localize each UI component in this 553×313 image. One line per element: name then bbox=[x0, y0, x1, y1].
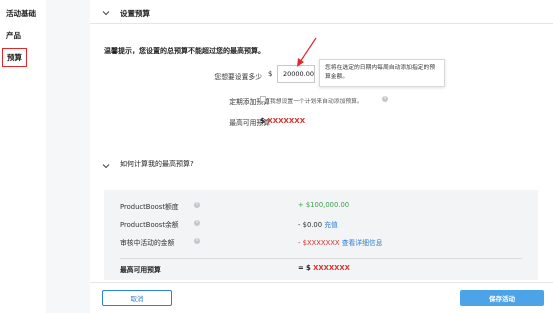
info-icon[interactable]: i bbox=[194, 202, 200, 208]
info-icon[interactable]: i bbox=[194, 220, 200, 226]
footer-bar: 取消 保存活动 bbox=[90, 282, 553, 313]
save-campaign-button[interactable]: 保存活动 bbox=[460, 290, 544, 306]
budget-amount-input[interactable] bbox=[277, 65, 315, 83]
budget-tooltip: 您将在选定的日期内每周自动添加指定的预算金额。 bbox=[319, 59, 445, 87]
calc-total-label: 最高可用预算 bbox=[120, 266, 161, 274]
sidebar-gutter bbox=[46, 0, 90, 313]
calc-row-value: - $0.00 充值 bbox=[298, 219, 338, 229]
max-budget-amount: XXXXXXX bbox=[267, 117, 306, 125]
calc-row-amount: $0.00 bbox=[302, 221, 323, 229]
budget-calculation-panel: ProductBoost额度 i + $100,000.00 ProductBo… bbox=[104, 190, 538, 280]
how-calculated-toggle[interactable]: 如何计算我的最高预算? bbox=[120, 159, 194, 169]
calc-row-value: + $100,000.00 bbox=[298, 201, 349, 209]
calc-row-amount: $100,000.00 bbox=[305, 201, 350, 209]
calc-row-amount: $XXXXXXX bbox=[302, 239, 340, 247]
budget-amount-label: 您想要设置多少 bbox=[214, 73, 262, 81]
sidebar-item-campaign-basics[interactable]: 活动基础 bbox=[6, 8, 36, 19]
calc-total-value: = $ XXXXXXX bbox=[298, 264, 350, 272]
calc-total-prefix: = $ bbox=[298, 264, 314, 272]
info-icon[interactable]: i bbox=[382, 96, 388, 102]
main-panel: 设置预算 温馨提示，您设置的总预算不能超过您的最高预算。 您想要设置多少 $ 您… bbox=[90, 0, 553, 313]
max-budget-value: $ XXXXXXX bbox=[260, 117, 305, 125]
recurring-budget-checkbox[interactable] bbox=[260, 96, 266, 102]
recurring-budget-label: 定期添加预算 bbox=[229, 98, 270, 106]
calc-total-amount: XXXXXXX bbox=[313, 264, 350, 272]
top-up-link[interactable]: 充值 bbox=[324, 221, 338, 229]
chevron-down-icon[interactable] bbox=[102, 9, 110, 17]
recurring-budget-checkbox-label[interactable]: 我想设置一个计划来自动添加预算。 bbox=[270, 96, 363, 105]
chevron-down-icon[interactable] bbox=[102, 162, 110, 170]
info-icon[interactable]: i bbox=[194, 238, 200, 244]
max-budget-label: 最高可用预算 bbox=[229, 119, 270, 127]
view-details-link[interactable]: 查看详细信息 bbox=[342, 239, 383, 247]
sidebar-item-products[interactable]: 产品 bbox=[6, 30, 21, 41]
divider bbox=[120, 258, 522, 259]
calc-row-sign: + bbox=[298, 201, 306, 209]
sidebar: 活动基础 产品 预算 bbox=[0, 0, 44, 313]
max-budget-currency: $ bbox=[260, 117, 265, 125]
calc-row-value: - $XXXXXXX 查看详细信息 bbox=[298, 237, 383, 247]
section-header[interactable]: 设置预算 bbox=[90, 0, 553, 24]
calc-row-label: 审核中活动的金额 bbox=[120, 239, 175, 247]
budget-warning: 温馨提示，您设置的总预算不能超过您的最高预算。 bbox=[104, 47, 265, 55]
calc-row-label: ProductBoost余额 bbox=[120, 221, 179, 229]
section-title: 设置预算 bbox=[120, 9, 150, 18]
calc-row-label: ProductBoost额度 bbox=[120, 203, 179, 211]
cancel-button[interactable]: 取消 bbox=[102, 290, 172, 306]
sidebar-item-budget[interactable]: 预算 bbox=[2, 48, 27, 67]
currency-symbol: $ bbox=[268, 70, 273, 78]
